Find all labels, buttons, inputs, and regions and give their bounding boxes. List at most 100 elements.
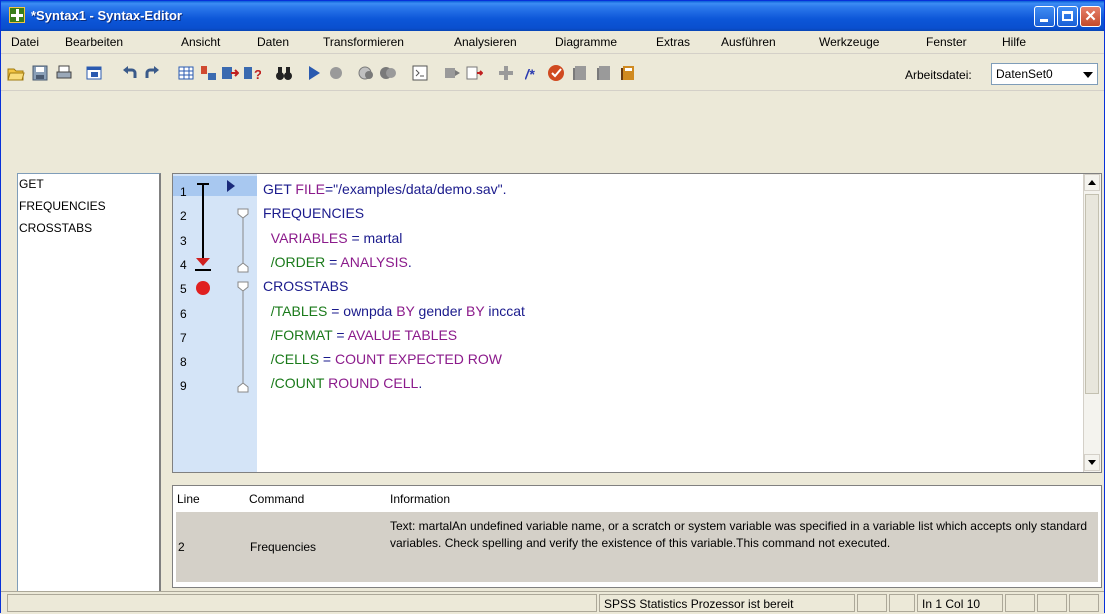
cursor-position: In 1 Col 10 [917,594,1003,612]
save-icon[interactable] [31,64,49,82]
code-token: inccat [484,302,525,319]
maximize-button[interactable] [1057,6,1078,27]
bookmark-icon[interactable] [443,64,461,82]
line-number: 4 [180,257,187,272]
column-header-information[interactable]: Information [390,492,450,506]
menu-analysieren[interactable]: Analysieren [454,35,517,49]
comment-toggle-icon[interactable]: /* [525,64,543,82]
code-token: /TABLES [263,302,328,319]
goto-case-icon[interactable] [177,64,195,82]
code-token: = ownpda [327,302,397,319]
book-gray-2-icon[interactable] [595,64,613,82]
error-information: Text: martalAn undefined variable name, … [390,519,1088,550]
print-icon[interactable] [55,64,73,82]
code-token: /ORDER [263,253,326,270]
continue-icon[interactable] [379,64,397,82]
code-line[interactable]: /FORMAT = AVALUE TABLES [263,327,457,343]
code-line[interactable]: GET FILE="/examples/data/demo.sav". [263,181,507,197]
fold-start-icon [237,208,249,219]
chevron-down-icon [1083,72,1093,78]
run-selection-icon[interactable] [305,64,323,82]
code-token: = [332,326,348,343]
error-command: Frequencies [250,540,317,554]
code-token: ANALYSIS [340,253,408,270]
line-number: 5 [180,282,187,297]
code-line[interactable]: /COUNT ROUND CELL. [263,375,422,391]
menu-diagramme[interactable]: Diagramme [555,35,617,49]
svg-text:?: ? [254,67,261,82]
variable-info-icon[interactable]: ? [243,64,261,82]
variables-icon[interactable] [221,64,239,82]
menu-hilfe[interactable]: Hilfe [1002,35,1026,49]
menu-daten[interactable]: Daten [257,35,289,49]
toolbar-empty-strip [1,91,1104,163]
code-token: gender [414,302,467,319]
breakpoint-arrow-icon [196,258,210,266]
nav-item-frequencies[interactable]: FREQUENCIES [19,199,106,213]
cursor-position-text: In 1 Col 10 [922,597,981,611]
menu-extras[interactable]: Extras [656,35,690,49]
svg-text:/*: /* [525,66,535,82]
goto-variable-icon[interactable] [199,64,217,82]
scroll-down-button[interactable] [1084,454,1100,471]
close-icon: ✕ [1084,8,1097,25]
code-token: CROSSTABS [263,278,349,295]
code-line[interactable]: CROSSTABS [263,278,348,294]
code-line[interactable]: VARIABLES = martal [263,230,403,246]
menu-ansicht[interactable]: Ansicht [181,35,220,49]
chevron-down-icon [1088,460,1096,465]
menu-bearbeiten[interactable]: Bearbeiten [65,35,123,49]
menu-datei[interactable]: Datei [11,35,39,49]
line-number: 2 [180,209,187,224]
minimize-button[interactable] [1034,6,1055,27]
status-cell [1005,594,1035,612]
menu-fenster[interactable]: Fenster [926,35,967,49]
code-token: . [407,253,412,270]
maximize-icon [1062,11,1073,21]
next-bookmark-icon[interactable] [465,64,483,82]
column-header-line[interactable]: Line [177,492,200,506]
stop-processor-icon[interactable] [327,64,345,82]
book-color-icon[interactable] [619,64,637,82]
error-row[interactable]: 2 Frequencies Text: martalAn undefined v… [176,512,1098,582]
plus-icon[interactable] [497,64,515,82]
code-token: ROUND CELL [328,375,419,392]
active-dataset-value: DatenSet0 [996,67,1053,81]
book-gray-icon[interactable] [571,64,589,82]
title-bar[interactable]: *Syntax1 - Syntax-Editor ✕ [1,1,1104,31]
active-dataset-select[interactable]: DatenSet0 [991,63,1098,85]
step-icon[interactable] [357,64,375,82]
status-cell [889,594,915,612]
redo-icon[interactable] [143,64,161,82]
code-line[interactable]: /CELLS = COUNT EXPECTED ROW [263,351,502,367]
undo-icon[interactable] [121,64,139,82]
code-token: AVALUE TABLES [347,326,458,343]
status-cell [1037,594,1067,612]
open-folder-icon[interactable] [7,64,25,82]
code-line[interactable]: FREQUENCIES [263,205,364,221]
code-line[interactable]: /TABLES = ownpda BY gender BY inccat [263,303,525,319]
scroll-up-button[interactable] [1084,174,1100,191]
nav-item-crosstabs[interactable]: CROSSTABS [19,221,92,235]
menu-transformieren[interactable]: Transformieren [323,35,404,49]
dialog-recall-icon[interactable] [85,64,103,82]
find-binoculars-icon[interactable] [275,64,293,82]
close-button[interactable]: ✕ [1080,6,1101,27]
syntax-editor-pane[interactable]: 1 2 3 4 5 6 7 8 9 GET FILE="/examples/data/demo.… [172,173,1102,473]
menu-werkzeuge[interactable]: Werkzeuge [819,35,879,49]
spell-check-icon[interactable] [547,64,565,82]
menu-ausf-hren[interactable]: Ausführen [721,35,776,49]
processor-status: SPSS Statistics Prozessor ist bereit [599,594,855,612]
column-header-command[interactable]: Command [249,492,304,506]
vertical-scrollbar[interactable] [1083,174,1101,472]
toggle-breakpoint-icon[interactable] [411,64,429,82]
scrollbar-thumb[interactable] [1085,194,1099,394]
fold-start-icon [237,281,249,292]
nav-item-get[interactable]: GET [19,177,44,191]
code-token: = [325,253,341,270]
status-cell [1069,594,1099,612]
toolbar: ? /* Arbeitsdatei: DatenSet0 [1,54,1104,91]
code-token: . [418,375,423,392]
code-token: /FORMAT [263,326,333,343]
code-line[interactable]: /ORDER = ANALYSIS. [263,254,412,270]
